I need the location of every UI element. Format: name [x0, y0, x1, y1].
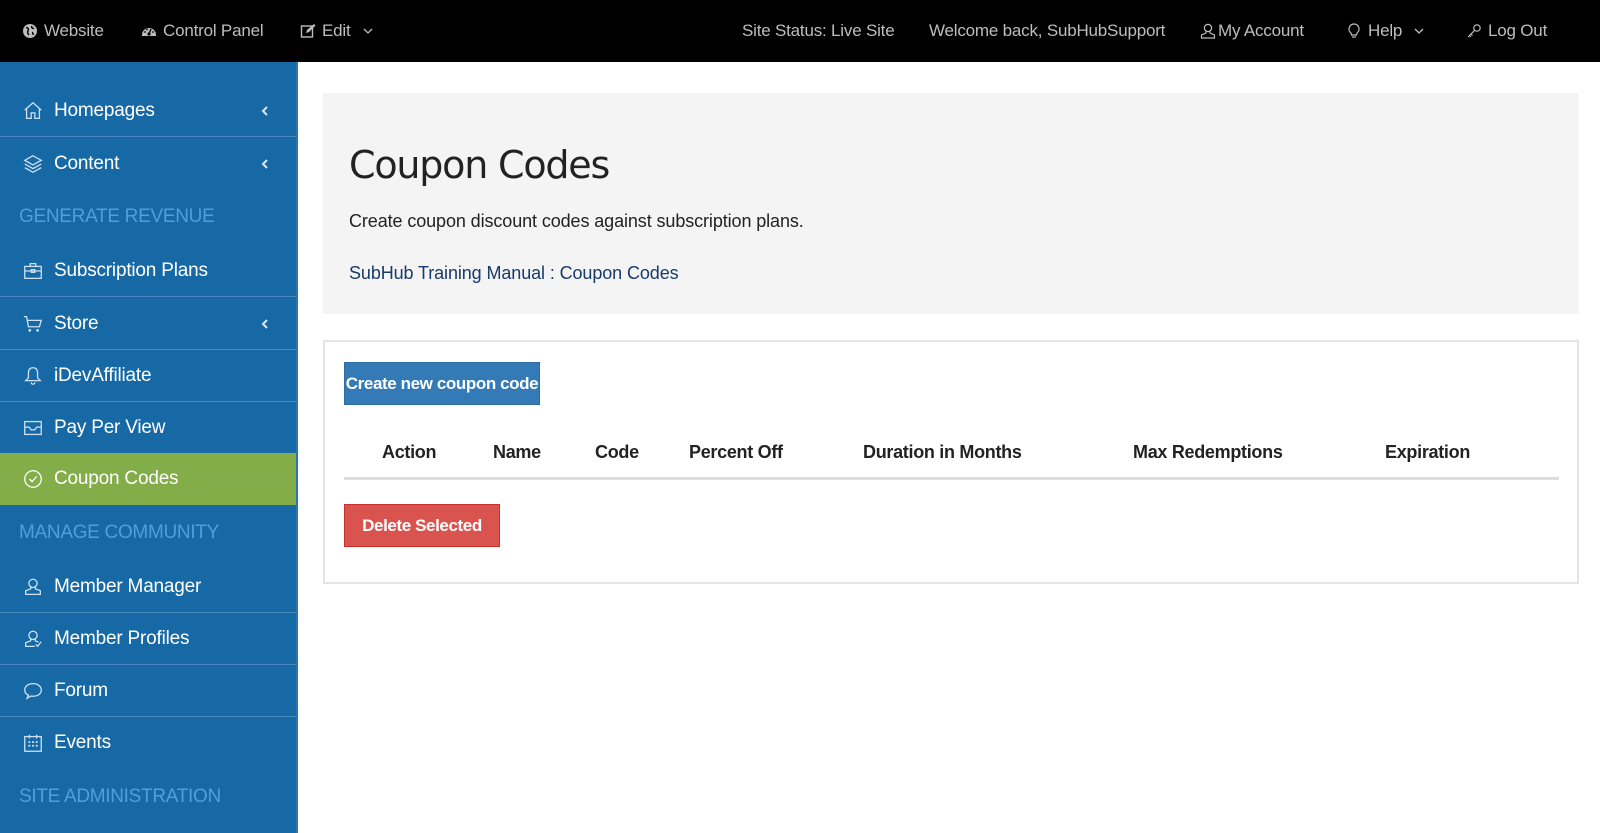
sidebar-item-label: iDevAffiliate: [54, 364, 152, 386]
column-header-expiration: Expiration: [1385, 442, 1471, 462]
site-status: Site Status: Live Site: [742, 0, 895, 62]
sidebar-item-pay-per-view[interactable]: Pay Per View: [0, 402, 296, 454]
user-icon: [1200, 23, 1216, 39]
top-navbar: Website Control Panel Edit Site Status: …: [0, 0, 1600, 62]
column-header-code: Code: [595, 442, 639, 462]
help-label: Help: [1368, 21, 1403, 40]
dashboard-icon: [142, 28, 156, 36]
page-description: Create coupon discount codes against sub…: [349, 211, 804, 231]
welcome-text: Welcome back, SubHubSupport: [929, 21, 1166, 40]
chevron-left-icon: [261, 159, 268, 169]
coupon-codes-panel: Create new coupon code Action Name Code …: [323, 340, 1579, 584]
sidebar-item-label: Subscription Plans: [54, 259, 208, 281]
sidebar-item-label: Pay Per View: [54, 416, 166, 438]
chevron-down-icon: [1414, 28, 1424, 34]
chevron-left-icon: [261, 105, 268, 116]
column-header-action: Action: [382, 442, 437, 462]
edit-label: Edit: [322, 21, 351, 40]
speech-bubble-icon: [21, 679, 45, 703]
sidebar-item-label: Member Manager: [54, 575, 202, 597]
inbox-icon: [21, 416, 45, 440]
sidebar-item-idevaffiliate[interactable]: iDevAffiliate: [0, 350, 296, 402]
sidebar-item-label: Content: [54, 153, 120, 174]
page-title: Coupon Codes: [349, 143, 610, 187]
sidebar-item-events[interactable]: Events: [0, 717, 296, 769]
chevron-down-icon: [363, 28, 372, 34]
briefcase-icon: [21, 259, 45, 283]
my-account-label: My Account: [1218, 21, 1304, 40]
control-panel-link[interactable]: Control Panel: [141, 0, 264, 62]
sidebar: Homepages Content GENERATE REVENUE Subsc…: [0, 62, 298, 833]
sidebar-item-label: Store: [54, 312, 99, 334]
key-icon: [1467, 24, 1481, 38]
bell-icon: [21, 364, 45, 388]
logout-label: Log Out: [1488, 21, 1548, 40]
sidebar-item-label: Forum: [54, 679, 108, 701]
help-menu[interactable]: Help: [1346, 0, 1424, 62]
sidebar-item-label: Homepages: [54, 99, 155, 121]
page-header: Coupon Codes Create coupon discount code…: [323, 93, 1579, 314]
check-circle-icon: [21, 467, 45, 491]
control-panel-label: Control Panel: [163, 21, 264, 40]
sidebar-item-coupon-codes[interactable]: Coupon Codes: [0, 453, 296, 505]
sidebar-item-label: Events: [54, 732, 111, 753]
section-heading-manage-community: MANAGE COMMUNITY: [19, 522, 219, 543]
calendar-icon: [21, 731, 45, 755]
lightbulb-icon: [1348, 23, 1360, 38]
sidebar-item-homepages[interactable]: Homepages: [0, 85, 296, 137]
sidebar-item-forum[interactable]: Forum: [0, 665, 296, 717]
logout-link[interactable]: Log Out: [1466, 0, 1547, 62]
section-heading-generate-revenue: GENERATE REVENUE: [19, 206, 215, 227]
sidebar-item-label: Coupon Codes: [54, 468, 179, 489]
layers-icon: [21, 152, 45, 176]
delete-selected-button[interactable]: Delete Selected: [344, 504, 500, 547]
sidebar-item-store[interactable]: Store: [0, 298, 296, 350]
website-link[interactable]: Website: [22, 0, 104, 62]
user-check-icon: [21, 627, 45, 651]
chevron-left-icon: [261, 318, 268, 329]
sidebar-item-label: Member Profiles: [54, 627, 190, 649]
sidebar-item-content[interactable]: Content: [0, 138, 296, 190]
edit-menu[interactable]: Edit: [300, 0, 373, 62]
sidebar-item-member-manager[interactable]: Member Manager: [0, 561, 296, 613]
website-label: Website: [44, 21, 104, 40]
column-header-duration: Duration in Months: [863, 442, 1022, 462]
sidebar-item-member-profiles[interactable]: Member Profiles: [0, 613, 296, 665]
home-icon: [21, 99, 45, 123]
globe-icon: [23, 24, 37, 38]
column-header-max-redemptions: Max Redemptions: [1133, 442, 1283, 462]
my-account-link[interactable]: My Account: [1200, 0, 1304, 62]
cart-icon: [21, 312, 45, 336]
sidebar-item-subscription-plans[interactable]: Subscription Plans: [0, 245, 296, 297]
training-manual-link[interactable]: SubHub Training Manual : Coupon Codes: [349, 263, 679, 284]
create-coupon-button[interactable]: Create new coupon code: [344, 362, 540, 405]
edit-icon: [300, 24, 316, 38]
section-heading-site-administration: SITE ADMINISTRATION: [19, 786, 221, 807]
column-header-percent-off: Percent Off: [689, 442, 783, 462]
welcome-message: Welcome back, SubHubSupport: [929, 0, 1165, 62]
column-header-name: Name: [493, 442, 541, 462]
coupon-table-header: Action Name Code Percent Off Duration in…: [344, 430, 1559, 480]
user-icon: [21, 575, 45, 599]
site-status-text: Site Status: Live Site: [742, 21, 895, 40]
